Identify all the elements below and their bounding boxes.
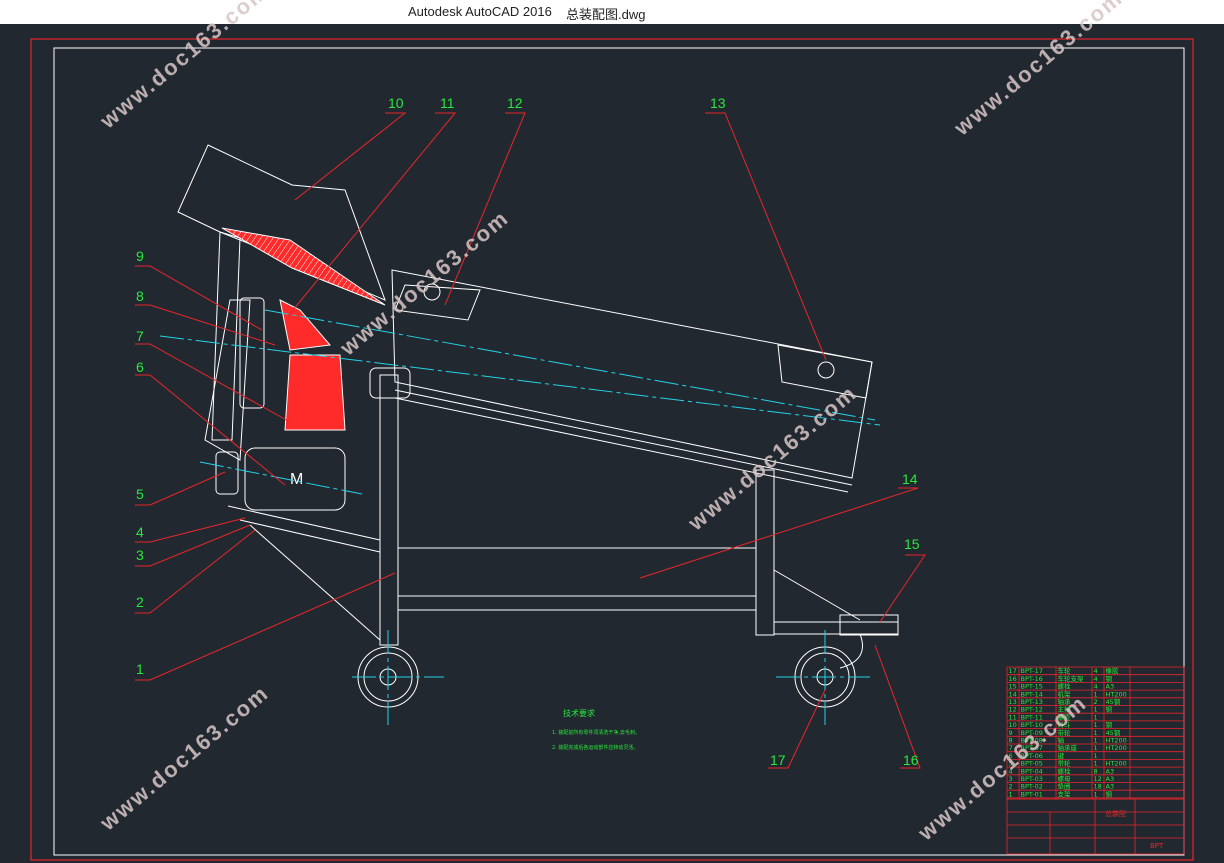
bom-cell: 1 xyxy=(1094,790,1098,798)
bom-cell: 车轮支架 xyxy=(1058,674,1085,683)
balloon-10: 10 xyxy=(388,95,404,111)
drive-pulley[interactable] xyxy=(239,297,265,409)
tech-notes-line1: 1. 装配前所有零件须清洗干净,去毛刺。 xyxy=(552,729,640,736)
balloon-2: 2 xyxy=(136,594,144,610)
front-leg[interactable] xyxy=(379,374,399,646)
bom-cell: 轴承座 xyxy=(1058,743,1078,752)
tech-notes-title: 技术要求 xyxy=(563,708,595,718)
bom-cell: 带轮 xyxy=(1058,759,1072,768)
balloon-14: 14 xyxy=(902,471,918,487)
balloon-7: 7 xyxy=(136,328,144,344)
drawing-code: BPT xyxy=(1150,842,1164,850)
balloon-13: 13 xyxy=(710,95,726,111)
balloon-11: 11 xyxy=(440,95,455,111)
balloon-17: 17 xyxy=(770,752,786,768)
bom-cell: 键 xyxy=(1058,751,1065,760)
bom-cell: 橡胶 xyxy=(1106,666,1120,675)
balloon-8: 8 xyxy=(136,288,144,304)
bom-cell: 螺母 xyxy=(1058,774,1072,783)
bom-cell: HT200 xyxy=(1106,744,1127,752)
tech-notes-line2: 2. 装配完成后各运动部件应转动灵活。 xyxy=(552,744,638,751)
balloon-6: 6 xyxy=(136,359,144,375)
balloon-5: 5 xyxy=(136,486,144,502)
balloon-3: 3 xyxy=(136,547,144,563)
bom-cell: BPT-01 xyxy=(1021,790,1043,798)
bom-cell: 1 xyxy=(1009,790,1013,798)
file-name: 总装配图.dwg xyxy=(566,7,646,22)
balloon-9: 9 xyxy=(136,248,144,264)
balloon-1: 1 xyxy=(136,661,144,677)
bom-cell: 垫圈 xyxy=(1058,782,1071,791)
bom-cell: 钢 xyxy=(1106,790,1113,798)
bearing-block[interactable] xyxy=(284,354,346,431)
drawing-name: 总装配 xyxy=(1105,809,1126,818)
bom-cell: 车轮 xyxy=(1058,666,1072,675)
balloon-12: 12 xyxy=(507,95,523,111)
window-title-bar: Autodesk AutoCAD 2016 总装配图.dwg xyxy=(0,0,1224,24)
bom-cell: 钢 xyxy=(1106,706,1113,714)
motor-label: M xyxy=(290,471,303,488)
app-title: Autodesk AutoCAD 2016 xyxy=(408,4,552,19)
balloon-4: 4 xyxy=(136,524,144,540)
bom-cell: 支架 xyxy=(1058,789,1072,798)
drive-housing[interactable] xyxy=(211,231,241,441)
rear-leg[interactable] xyxy=(755,469,775,636)
hopper[interactable] xyxy=(177,144,386,301)
hopper-hatch xyxy=(221,227,386,306)
motor-pulley[interactable] xyxy=(215,451,239,495)
bom-cell: 螺栓 xyxy=(1058,766,1072,775)
bom-cell: 螺栓 xyxy=(1058,682,1072,691)
balloon-15: 15 xyxy=(904,536,920,552)
balloon-16: 16 xyxy=(903,752,919,768)
